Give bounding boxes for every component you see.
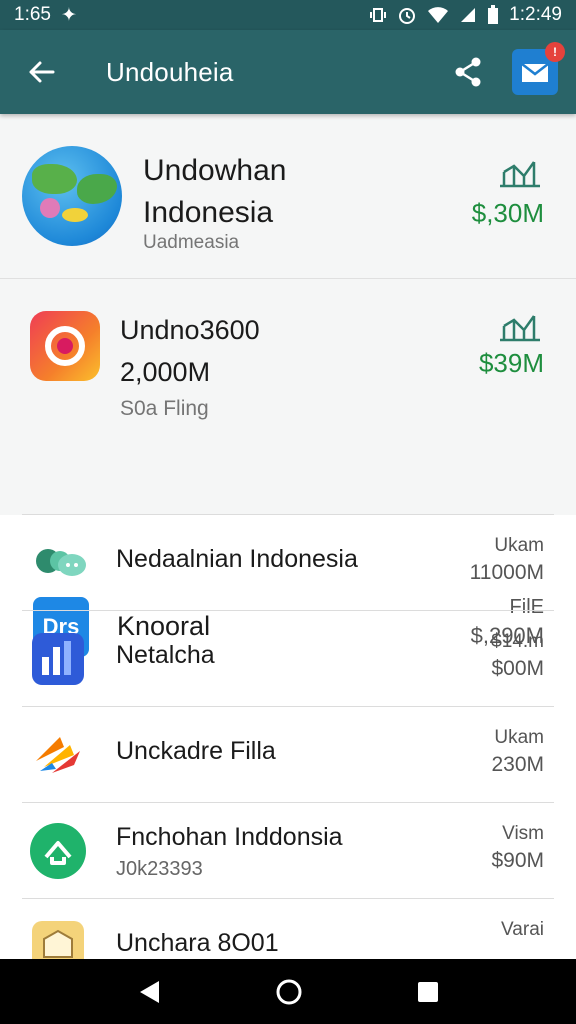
list-item-bottom: $00M <box>491 657 544 680</box>
hero-subtitle: Uadmeasia <box>143 232 240 253</box>
share-button[interactable] <box>438 30 498 114</box>
featured-subtitle: S0a Fling <box>120 397 209 420</box>
list-item[interactable]: Unckadre Filla Ukam 230M <box>22 706 554 802</box>
list-item[interactable]: Fnchohan Inddonsia J0k23393 Vism $90M <box>22 802 554 898</box>
featured-block: Undno3600 2,000M S0a Fling Drs Knooral F… <box>0 279 576 657</box>
list-item-title: Netalcha <box>116 641 215 669</box>
alarm-icon <box>399 8 416 24</box>
list-item-bottom: $90M <box>491 849 544 872</box>
home-circle-icon[interactable] <box>275 978 303 1006</box>
app-bar: Undouheia ! <box>0 30 576 114</box>
list-item-bottom: 11000M <box>469 561 544 584</box>
camera-app-icon <box>30 311 100 381</box>
list-item[interactable]: Unchara 8O01 Varai <box>22 898 554 959</box>
transaction-list: Nedaalnian Indonesia Ukam 11000M Netalch… <box>0 514 576 959</box>
featured-amount: $39M <box>478 348 544 378</box>
arrow-left-icon <box>29 61 55 83</box>
vibrate-icon <box>370 8 387 22</box>
hero-amount: $,30M <box>471 198 544 228</box>
list-item[interactable]: Nedaalnian Indonesia Ukam 11000M <box>22 514 554 610</box>
back-button[interactable] <box>0 30 82 114</box>
arrows-logo-icon <box>36 737 80 773</box>
list-item-top: $14.m <box>491 631 544 652</box>
envelope-icon <box>521 63 549 82</box>
status-clock: 1:2:49 <box>509 4 562 25</box>
featured-title: Undno3600 2,000M <box>120 315 260 387</box>
mail-button[interactable]: ! <box>512 42 565 95</box>
list-item-top: Vism <box>502 823 544 844</box>
list-item-title: Fnchohan Inddonsia <box>116 823 343 851</box>
trend-chart-icon <box>500 161 540 188</box>
system-nav-bar <box>0 959 576 1024</box>
building-icon <box>32 921 84 959</box>
content: Undowhan Indonesia Uadmeasia $,30M Undno… <box>0 114 576 959</box>
globe-icon <box>22 146 122 246</box>
list-item-top: Varai <box>501 919 544 940</box>
home-arrow-icon <box>30 823 86 879</box>
list-item-title: Nedaalnian Indonesia <box>116 545 358 573</box>
sparkle-icon: ✦ <box>60 4 77 26</box>
chat-bubbles-icon <box>36 549 86 576</box>
hero-title: Undowhan Indonesia <box>143 154 287 229</box>
list-item-subtitle: J0k23393 <box>116 858 203 880</box>
hero-card[interactable]: Undowhan Indonesia Uadmeasia $,30M <box>0 114 576 279</box>
page-title: Undouheia <box>106 56 234 87</box>
list-item-title: Unchara 8O01 <box>116 929 279 957</box>
list-item[interactable]: Netalcha $14.m $00M <box>22 610 554 706</box>
status-bar: 1:65 ✦ 1:2:49 <box>0 0 576 30</box>
wifi-icon <box>428 7 449 23</box>
trend-chart-icon <box>500 315 540 342</box>
list-item-top: Ukam <box>494 727 544 748</box>
share-icon <box>455 57 481 87</box>
status-time: 1:65 <box>14 4 51 25</box>
back-triangle-icon[interactable] <box>137 979 161 1005</box>
bar-chart-app-icon <box>32 633 84 685</box>
signal-icon <box>461 8 476 22</box>
recents-square-icon[interactable] <box>417 981 439 1003</box>
mail-badge: ! <box>545 42 565 62</box>
list-item-title: Unckadre Filla <box>116 737 276 765</box>
list-item-bottom: 230M <box>491 753 544 776</box>
list-item-top: Ukam <box>494 535 544 556</box>
battery-icon <box>488 5 499 24</box>
